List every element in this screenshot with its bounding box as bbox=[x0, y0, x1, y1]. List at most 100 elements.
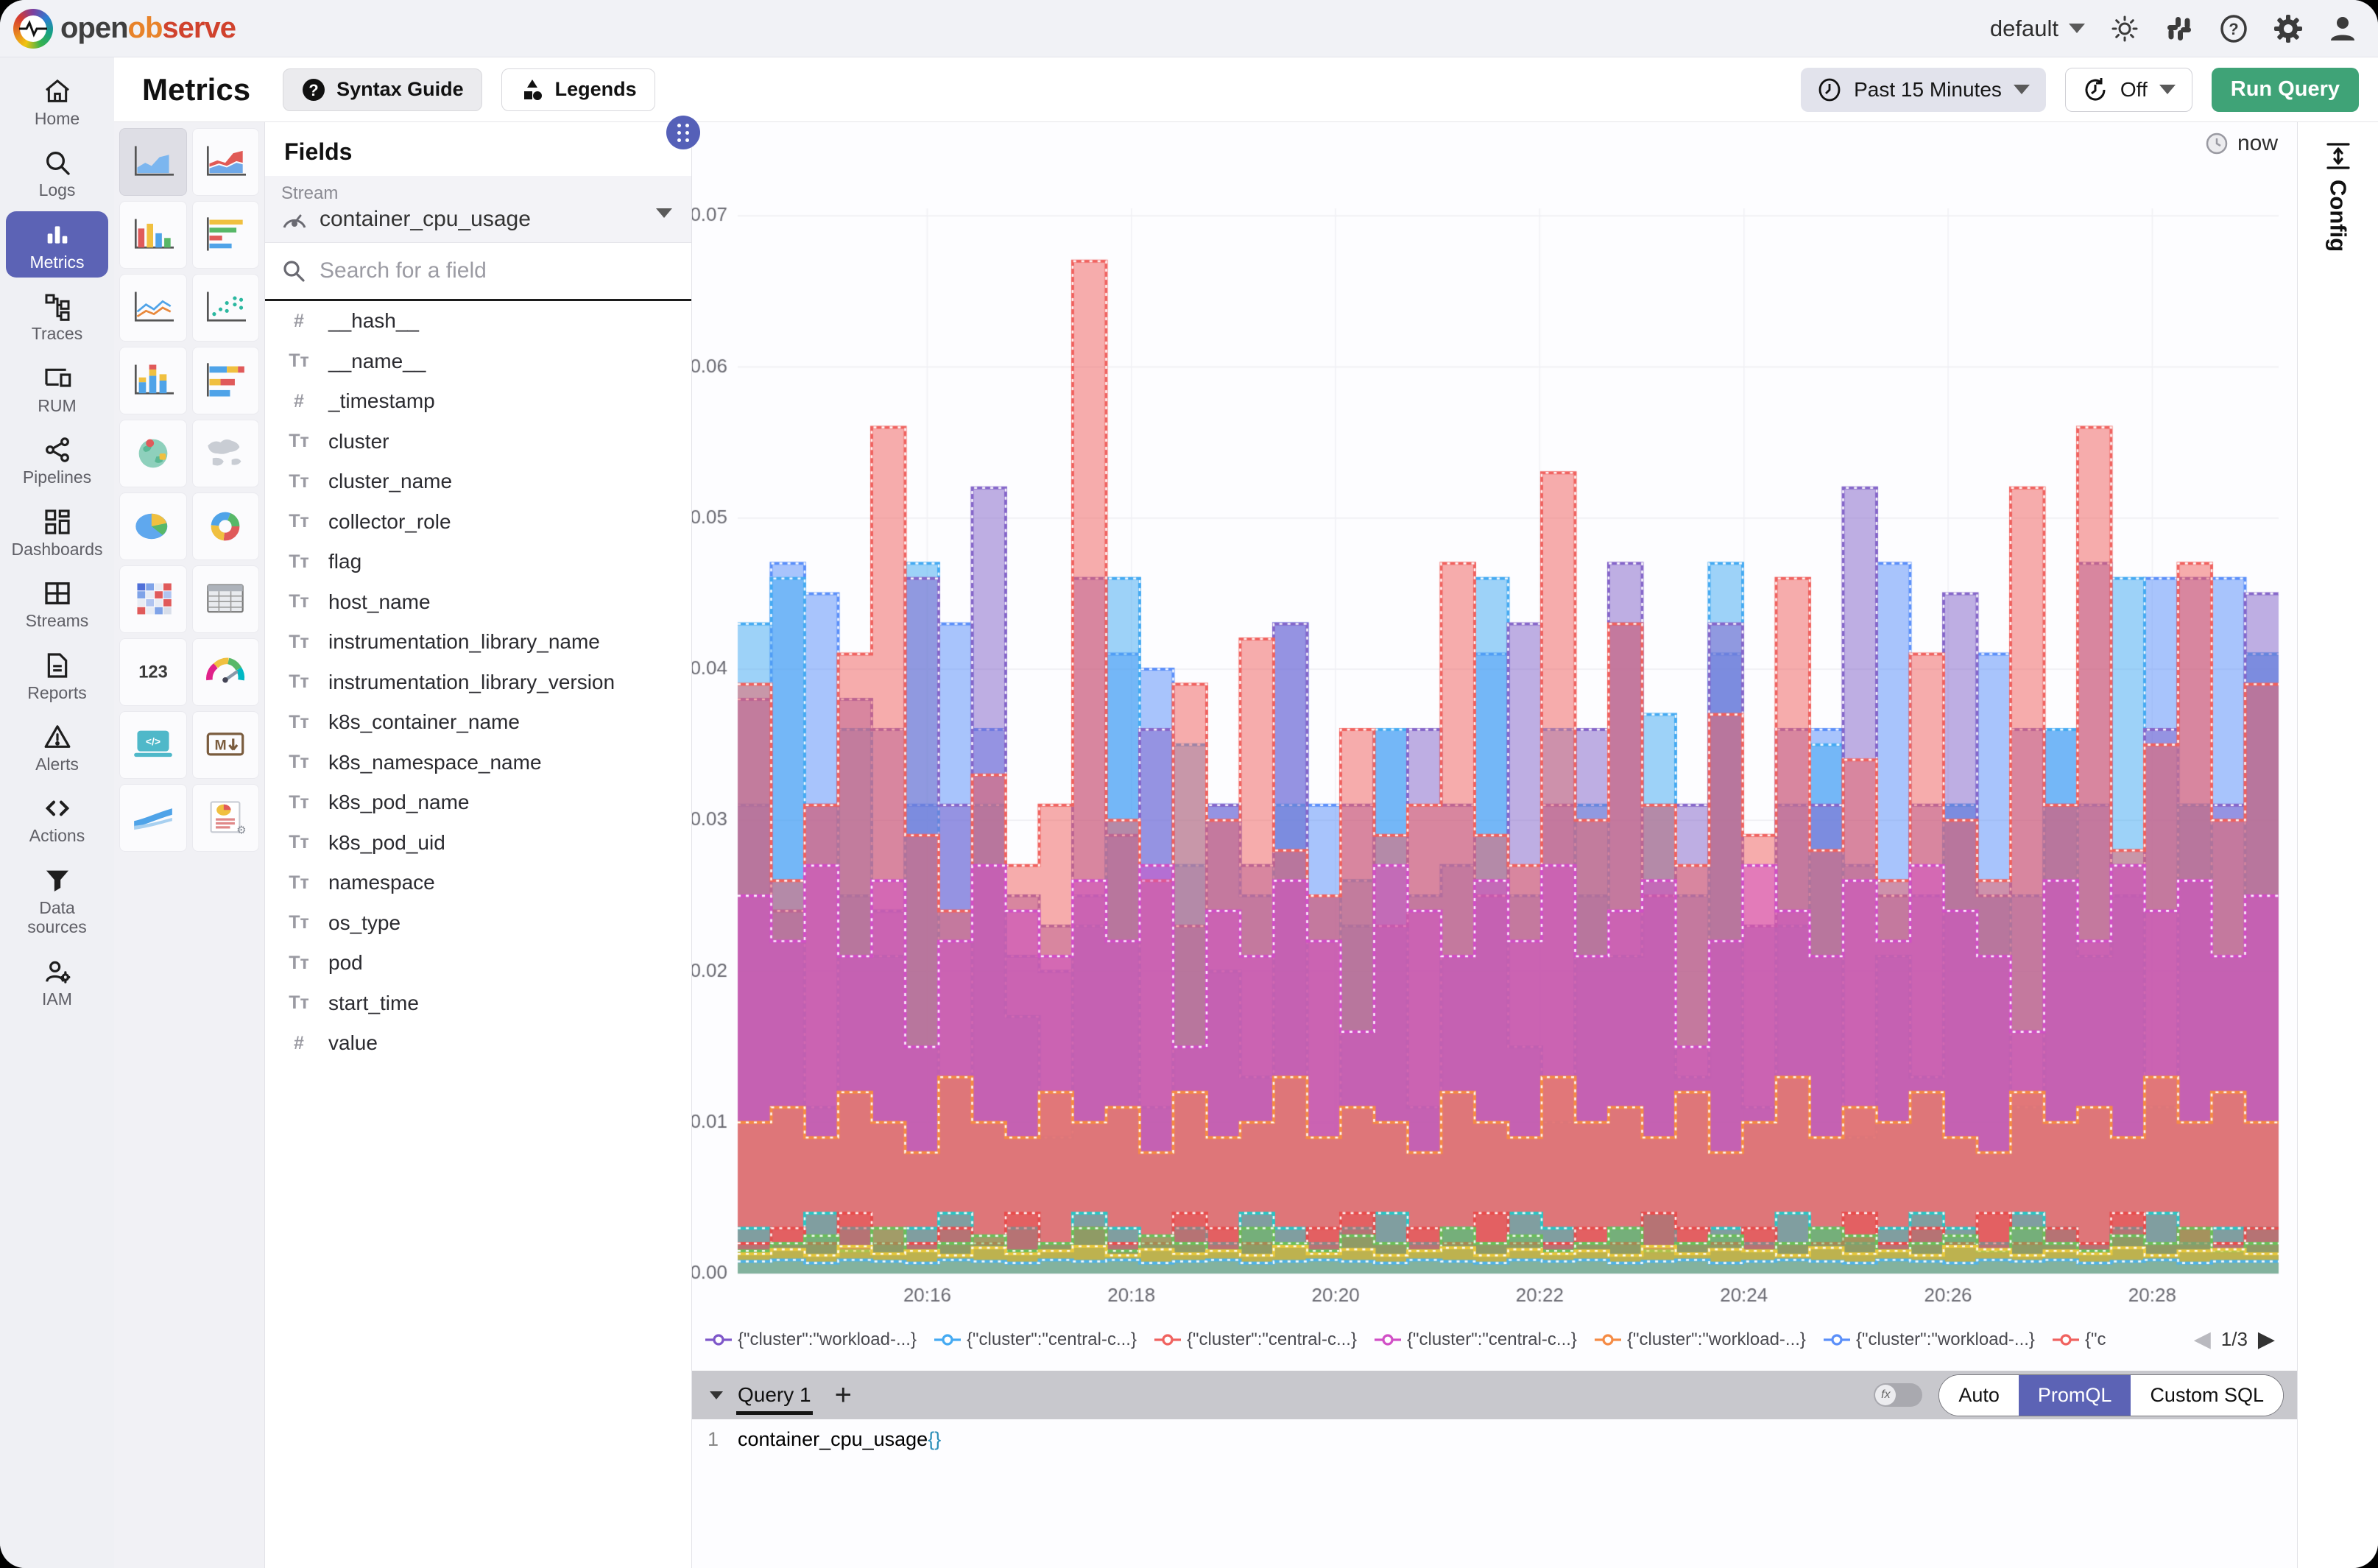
chart-type-heatmap[interactable] bbox=[119, 565, 187, 633]
field-row-k8s_pod_name[interactable]: Tтk8s_pod_name bbox=[265, 783, 691, 823]
sidebar-item-reports[interactable]: Reports bbox=[6, 642, 108, 708]
text-type-icon: Tт bbox=[284, 912, 314, 933]
sidebar-item-metrics[interactable]: Metrics bbox=[6, 211, 108, 278]
function-toggle[interactable]: fx bbox=[1874, 1383, 1922, 1407]
panel-drag-handle[interactable] bbox=[666, 116, 700, 149]
metrics-chart-canvas[interactable] bbox=[692, 155, 2297, 1318]
refresh-clock-icon bbox=[2082, 77, 2109, 103]
chart-type-sankey[interactable] bbox=[119, 784, 187, 852]
chart-type-pie[interactable] bbox=[119, 492, 187, 560]
chart-type-html-editor[interactable]: </> bbox=[119, 711, 187, 779]
chart-type-maps[interactable] bbox=[192, 420, 260, 487]
legend-item-4[interactable]: {"cluster":"central-c...} bbox=[1375, 1329, 1577, 1350]
openobserve-logo-icon[interactable] bbox=[13, 9, 53, 49]
sidebar-item-label: Traces bbox=[32, 324, 82, 343]
chart-type-area-stacked[interactable] bbox=[192, 128, 260, 196]
config-rail[interactable]: Config bbox=[2297, 122, 2378, 1568]
field-row-collector_role[interactable]: Tтcollector_role bbox=[265, 502, 691, 543]
line-chart-icon bbox=[127, 287, 179, 328]
sidebar-item-actions[interactable]: Actions bbox=[6, 785, 108, 851]
chart-type-geomap[interactable] bbox=[119, 420, 187, 487]
legend-prev-button[interactable]: ◀ bbox=[2194, 1327, 2211, 1352]
chart-type-metric-text[interactable]: 123 bbox=[119, 638, 187, 706]
sidebar-item-data-sources[interactable]: Data sources bbox=[6, 857, 108, 943]
chart-type-line[interactable] bbox=[119, 274, 187, 342]
sidebar-item-home[interactable]: Home bbox=[6, 68, 108, 134]
query-editor[interactable]: 1 container_cpu_usage{} bbox=[692, 1419, 2297, 1568]
time-range-select[interactable]: Past 15 Minutes bbox=[1801, 68, 2046, 112]
sidebar-item-traces[interactable]: Traces bbox=[6, 283, 108, 349]
series-marker-icon bbox=[1154, 1333, 1181, 1346]
series-marker-icon bbox=[705, 1333, 732, 1346]
field-row-instrumentation_library_version[interactable]: Tтinstrumentation_library_version bbox=[265, 663, 691, 703]
query-mode-custom-sql[interactable]: Custom SQL bbox=[2131, 1375, 2283, 1416]
query-mode-auto[interactable]: Auto bbox=[1939, 1375, 2019, 1416]
legend-item-7[interactable]: {"c bbox=[2053, 1329, 2106, 1350]
field-search-input[interactable] bbox=[318, 258, 627, 284]
field-row-value[interactable]: #value bbox=[265, 1023, 691, 1064]
sidebar-item-label: Dashboards bbox=[11, 540, 102, 559]
query-code[interactable]: container_cpu_usage{} bbox=[738, 1428, 941, 1451]
sidebar-item-logs[interactable]: Logs bbox=[6, 139, 108, 205]
query-collapse-caret[interactable] bbox=[710, 1391, 723, 1399]
stream-select[interactable]: Stream container_cpu_usage bbox=[265, 176, 691, 243]
auto-refresh-select[interactable]: Off bbox=[2065, 68, 2192, 112]
field-row-__name__[interactable]: Tт__name__ bbox=[265, 342, 691, 382]
chart-type-bar[interactable] bbox=[119, 201, 187, 269]
text-type-icon: Tт bbox=[284, 953, 314, 974]
field-row-start_time[interactable]: Tтstart_time bbox=[265, 983, 691, 1024]
settings-gear-icon[interactable] bbox=[2273, 14, 2303, 43]
field-name: __name__ bbox=[328, 350, 426, 373]
chart-type-custom-chart[interactable]: ⚙ bbox=[192, 784, 260, 852]
field-row-host_name[interactable]: Tтhost_name bbox=[265, 582, 691, 623]
account-icon[interactable] bbox=[2328, 14, 2357, 43]
run-query-button[interactable]: Run Query bbox=[2212, 68, 2359, 112]
legend-item-3[interactable]: {"cluster":"central-c...} bbox=[1154, 1329, 1357, 1350]
field-row-instrumentation_library_name[interactable]: Tтinstrumentation_library_name bbox=[265, 622, 691, 663]
field-row-flag[interactable]: Tтflag bbox=[265, 542, 691, 582]
sidebar-item-rum[interactable]: RUM bbox=[6, 355, 108, 421]
field-row-__hash__[interactable]: #__hash__ bbox=[265, 301, 691, 342]
legends-button[interactable]: Legends bbox=[501, 68, 655, 111]
legend-item-2[interactable]: {"cluster":"central-c...} bbox=[934, 1329, 1137, 1350]
legend-item-5[interactable]: {"cluster":"workload-...} bbox=[1595, 1329, 1806, 1350]
pipelines-icon bbox=[43, 434, 72, 466]
chart-type-donut[interactable] bbox=[192, 492, 260, 560]
slack-icon[interactable] bbox=[2164, 14, 2194, 43]
query-mode-promql[interactable]: PromQL bbox=[2019, 1375, 2131, 1416]
chart-type-table[interactable] bbox=[192, 565, 260, 633]
field-row-k8s_pod_uid[interactable]: Tтk8s_pod_uid bbox=[265, 823, 691, 864]
chart-type-h-bar[interactable] bbox=[192, 201, 260, 269]
syntax-guide-button[interactable]: ? Syntax Guide bbox=[283, 68, 482, 111]
help-icon[interactable]: ? bbox=[2219, 14, 2248, 43]
chart-type-h-stacked-bar[interactable] bbox=[192, 347, 260, 414]
traces-icon bbox=[43, 290, 72, 322]
field-row-namespace[interactable]: Tтnamespace bbox=[265, 863, 691, 903]
query-tab-1[interactable]: Query 1 bbox=[733, 1371, 816, 1419]
chart-type-markdown[interactable]: M bbox=[192, 711, 260, 779]
sidebar-item-streams[interactable]: Streams bbox=[6, 570, 108, 636]
legend-item-6[interactable]: {"cluster":"workload-...} bbox=[1824, 1329, 2035, 1350]
chart-type-area[interactable] bbox=[119, 128, 187, 196]
field-row-k8s_namespace_name[interactable]: Tтk8s_namespace_name bbox=[265, 743, 691, 783]
sidebar-item-dashboards[interactable]: Dashboards bbox=[6, 498, 108, 565]
config-tab-label[interactable]: Config bbox=[2325, 180, 2351, 252]
organization-select[interactable]: default bbox=[1990, 15, 2085, 42]
chart-type-scatter[interactable] bbox=[192, 274, 260, 342]
field-row-cluster_name[interactable]: Tтcluster_name bbox=[265, 462, 691, 502]
add-query-button[interactable]: + bbox=[835, 1380, 852, 1410]
legend-next-button[interactable]: ▶ bbox=[2258, 1327, 2275, 1352]
field-row-os_type[interactable]: Tтos_type bbox=[265, 903, 691, 944]
chart-type-gauge[interactable] bbox=[192, 638, 260, 706]
table-chart-icon bbox=[200, 579, 251, 620]
field-row-pod[interactable]: Tтpod bbox=[265, 943, 691, 983]
sidebar-item-alerts[interactable]: Alerts bbox=[6, 713, 108, 780]
legend-item-1[interactable]: {"cluster":"workload-...} bbox=[705, 1329, 917, 1350]
sidebar-item-pipelines[interactable]: Pipelines bbox=[6, 426, 108, 492]
field-row-cluster[interactable]: Tтcluster bbox=[265, 422, 691, 462]
sidebar-item-iam[interactable]: IAM bbox=[6, 948, 108, 1014]
field-row-_timestamp[interactable]: #_timestamp bbox=[265, 381, 691, 422]
chart-type-stacked-bar[interactable] bbox=[119, 347, 187, 414]
field-row-k8s_container_name[interactable]: Tтk8s_container_name bbox=[265, 702, 691, 743]
theme-toggle-icon[interactable] bbox=[2110, 14, 2139, 43]
